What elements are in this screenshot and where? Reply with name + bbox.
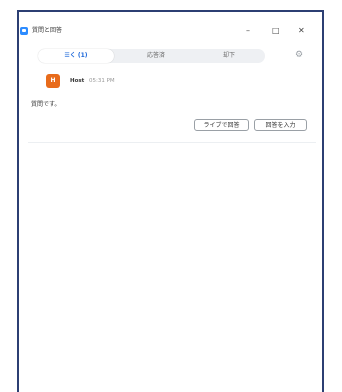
tab-answered[interactable]: 応答済 — [120, 49, 192, 63]
close-button[interactable]: ✕ — [298, 26, 305, 36]
window-frame — [17, 10, 324, 392]
app-icon — [20, 27, 28, 35]
window-title: 質問と回答 — [32, 27, 63, 34]
question-time: 05:31 PM — [89, 78, 115, 84]
minimize-button[interactable]: – — [246, 26, 250, 36]
avatar: H — [46, 74, 60, 88]
gear-icon[interactable]: ⚙ — [294, 50, 304, 60]
divider — [28, 142, 316, 143]
tab-dismissed[interactable]: 却下 — [194, 49, 264, 63]
answer-live-button[interactable]: ライブで回答 — [194, 119, 249, 131]
tab-bar: ☰く (1) 応答済 却下 — [38, 49, 265, 63]
type-answer-button[interactable]: 回答を入力 — [254, 119, 307, 131]
title-bar: 質問と回答 – □ ✕ — [20, 26, 305, 39]
question-text: 質問です。 — [31, 101, 61, 108]
tab-open[interactable]: ☰く (1) — [38, 49, 114, 63]
maximize-button[interactable]: □ — [272, 26, 280, 36]
question-author: Host — [70, 78, 85, 84]
